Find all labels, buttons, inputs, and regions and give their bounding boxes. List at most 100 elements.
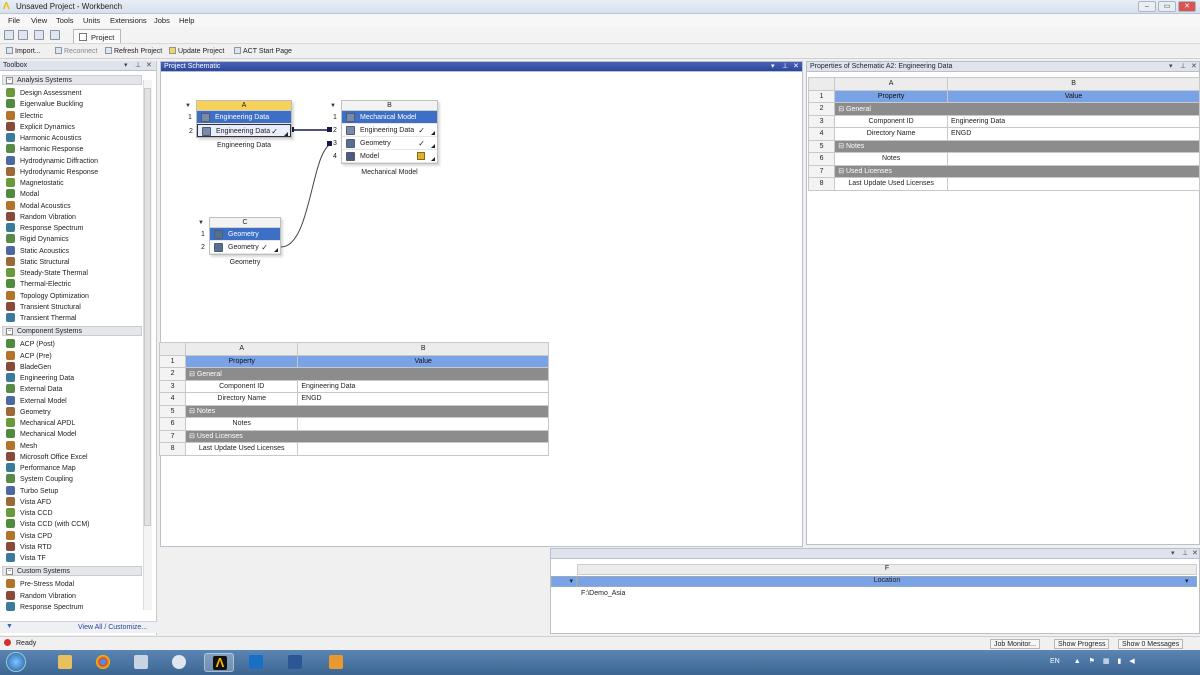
close-button[interactable]: ✕ xyxy=(1178,1,1196,12)
close-icon[interactable]: ✕ xyxy=(1191,62,1197,70)
property-cell[interactable]: Component ID xyxy=(185,379,299,393)
toolbox-item[interactable]: External Model xyxy=(6,395,67,407)
group-cell[interactable]: ⊟ Notes xyxy=(185,404,549,418)
column-dropdown-icon[interactable]: ▾ xyxy=(1185,577,1189,585)
property-cell[interactable]: Directory Name xyxy=(834,127,949,141)
menu-file[interactable]: File xyxy=(8,16,20,25)
system-b-label[interactable]: Mechanical Model xyxy=(341,169,438,176)
menu-jobs[interactable]: Jobs xyxy=(154,16,170,25)
filter-icon[interactable]: ▼ xyxy=(6,623,13,630)
new-icon[interactable] xyxy=(4,30,14,40)
property-cell[interactable]: Property xyxy=(185,354,299,368)
toolbox-item[interactable]: Mechanical Model xyxy=(6,429,76,440)
dropdown-icon[interactable]: ▼ xyxy=(330,101,336,111)
table-row[interactable]: 5 ⊟ Notes xyxy=(158,404,549,418)
group-cell[interactable]: ⊟ General xyxy=(834,102,1200,116)
taskbar-word[interactable] xyxy=(280,653,310,672)
toolbox-item[interactable]: BladeGen xyxy=(6,361,51,373)
value-cell[interactable]: Value xyxy=(947,89,1200,103)
group-cell[interactable]: ⊟ Used Licenses xyxy=(834,164,1200,178)
location-column-header[interactable]: Location xyxy=(577,576,1197,587)
table-row[interactable]: 3 Component ID Engineering Data xyxy=(158,379,549,393)
taskbar-app[interactable] xyxy=(126,653,156,672)
toolbox-item[interactable]: Vista RTD xyxy=(6,541,52,553)
property-cell[interactable]: Notes xyxy=(185,417,299,431)
system-a-header[interactable]: ▼ A xyxy=(185,101,291,111)
system-c[interactable]: ▼ C 1 Geometry 2 Geometry ✓ xyxy=(198,217,281,255)
value-cell[interactable]: Value xyxy=(297,354,549,368)
system-b[interactable]: ▼ B 1 Mechanical Model 2 Engineering Data ✓ … xyxy=(330,100,438,164)
group-cell[interactable]: ⊟ Notes xyxy=(834,139,1200,153)
system-c-label[interactable]: Geometry xyxy=(209,259,281,266)
show-messages-button[interactable]: Show 0 Messages xyxy=(1118,639,1184,649)
toolbox-item[interactable]: Mechanical APDL xyxy=(6,418,75,429)
value-cell[interactable]: ENGD xyxy=(947,127,1200,141)
pin-icon[interactable]: ⊥ xyxy=(1182,549,1188,557)
table-row[interactable]: 6 Notes xyxy=(158,417,549,431)
toolbox-item[interactable]: Topology Optimization xyxy=(6,290,89,302)
collapse-icon[interactable]: − xyxy=(6,77,13,84)
job-monitor-button[interactable]: Job Monitor... xyxy=(990,639,1041,649)
collapse-icon[interactable]: ⊟ xyxy=(189,433,197,440)
toolbox-item[interactable]: Vista CPD xyxy=(6,530,52,542)
toolbox-section-2[interactable]: − Custom Systems xyxy=(2,566,142,577)
table-row[interactable]: 5 ⊟ Notes xyxy=(807,139,1200,153)
group-cell[interactable]: ⊟ Used Licenses xyxy=(185,429,549,443)
open-icon[interactable] xyxy=(18,30,28,40)
tab-project[interactable]: Project xyxy=(73,29,121,43)
toolbox-item[interactable]: Response Spectrum xyxy=(6,601,83,613)
toolbox-item[interactable]: Performance Map xyxy=(6,463,76,474)
toolbox-item[interactable]: Random Vibration xyxy=(6,590,76,602)
toolbox-item[interactable]: Vista AFD xyxy=(6,496,51,508)
tray-arrow-icon[interactable]: ▲ xyxy=(1074,658,1081,665)
maximize-button[interactable]: ▭ xyxy=(1158,1,1176,12)
collapse-icon[interactable]: − xyxy=(6,568,13,576)
value-cell[interactable] xyxy=(947,152,1200,166)
taskbar-workbench[interactable]: Λ xyxy=(204,653,234,672)
table-row[interactable]: 4 Directory Name ENGD xyxy=(158,392,549,406)
close-icon[interactable]: ✕ xyxy=(1192,549,1198,557)
dropdown-icon[interactable]: ▾ xyxy=(1169,62,1173,70)
toolbox-item[interactable]: ACP (Post) xyxy=(6,339,55,350)
dropdown-icon[interactable]: ▾ xyxy=(124,61,128,69)
act-start-page-button[interactable]: ACT Start Page xyxy=(234,47,292,55)
system-a-label[interactable]: Engineering Data xyxy=(196,142,292,149)
toolbox-item[interactable]: Pre-Stress Modal xyxy=(6,579,74,590)
save-icon[interactable] xyxy=(34,30,44,40)
toolbox-item[interactable]: Hydrodynamic Diffraction xyxy=(6,155,98,167)
property-cell[interactable]: Last Update Used Licenses xyxy=(834,177,949,191)
tray-network-icon[interactable]: ▦ xyxy=(1103,658,1110,665)
location-cell[interactable]: F:\Demo_Asia xyxy=(581,590,625,597)
taskbar-chrome[interactable] xyxy=(88,653,118,672)
table-row[interactable]: 8 Last Update Used Licenses xyxy=(158,442,549,456)
toolbox-item[interactable]: Response Spectrum xyxy=(6,223,83,234)
taskbar-java[interactable] xyxy=(321,653,351,672)
taskbar-explorer[interactable] xyxy=(50,653,80,672)
dropdown-icon[interactable]: ▼ xyxy=(198,218,204,228)
property-cell[interactable]: Last Update Used Licenses xyxy=(185,442,299,456)
toolbox-item[interactable]: Modal xyxy=(6,189,39,200)
toolbox-item[interactable]: Hydrodynamic Response xyxy=(6,166,98,178)
table-row[interactable]: 2 ⊟ General xyxy=(158,367,549,381)
cell-a1[interactable]: 1 Engineering Data xyxy=(188,111,291,124)
toolbox-item[interactable]: Thermal-Electric xyxy=(6,279,71,290)
collapse-icon[interactable]: ⊟ xyxy=(838,143,846,150)
taskbar-outlook[interactable] xyxy=(241,653,271,672)
cell-b4[interactable]: 4 Model xyxy=(333,150,437,163)
collapse-icon[interactable]: ⊟ xyxy=(189,371,197,378)
value-cell[interactable] xyxy=(947,177,1200,191)
toolbox-item[interactable]: Harmonic Response xyxy=(6,144,83,155)
toolbox-section-0[interactable]: − Analysis Systems xyxy=(2,75,142,85)
menu-view[interactable]: View xyxy=(31,16,47,25)
toolbox-item[interactable]: Vista CCD xyxy=(6,508,53,519)
import-button[interactable]: Import... xyxy=(6,47,41,55)
pin-icon[interactable]: ⊥ xyxy=(1180,62,1186,70)
property-cell[interactable]: Component ID xyxy=(834,114,949,128)
cell-c2[interactable]: 2 Geometry ✓ xyxy=(201,241,280,254)
toolbox-item[interactable]: System Coupling xyxy=(6,474,73,485)
view-all-link[interactable]: View All / Customize... xyxy=(78,624,147,631)
toolbox-item[interactable]: Static Structural xyxy=(6,256,69,268)
toolbox-item[interactable]: Rigid Dynamics xyxy=(6,234,69,245)
menu-extensions[interactable]: Extensions xyxy=(110,16,147,25)
toolbox-item[interactable]: Explicit Dynamics xyxy=(6,121,75,133)
